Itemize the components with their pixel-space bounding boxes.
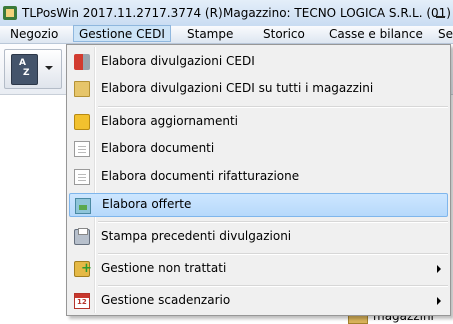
menu-item-elabora-documenti-rifatturazione[interactable]: Elabora documenti rifatturazione — [69, 165, 448, 189]
menu-storico[interactable]: Storico — [263, 26, 305, 43]
dictionary-dropdown-button[interactable]: A Z — [4, 49, 62, 89]
menu-separator — [98, 106, 448, 108]
book-az-icon: A Z — [11, 54, 38, 85]
menu-stampe[interactable]: Stampe — [187, 26, 233, 43]
app-icon — [3, 6, 17, 20]
menu-bar: Negozio Gestione CEDI Stampe Storico Cas… — [0, 25, 453, 44]
truck-icon — [74, 54, 90, 70]
offer-icon — [75, 198, 91, 214]
menu-item-gestione-scadenzario[interactable]: Gestione scadenzario — [69, 289, 448, 313]
chevron-down-icon[interactable] — [45, 66, 53, 70]
minimize-button[interactable] — [427, 5, 453, 22]
document-icon — [74, 169, 90, 185]
window-title: TLPosWin 2017.11.2717.3774 (R) — [22, 6, 223, 20]
menu-item-elabora-aggiornamenti[interactable]: Elabora aggiornamenti — [69, 110, 448, 134]
add-icon — [74, 261, 92, 277]
gestione-cedi-dropdown: Elabora divulgazioni CEDI Elabora divulg… — [66, 44, 451, 316]
menu-item-elabora-offerte[interactable]: Elabora offerte — [69, 193, 448, 217]
menu-servizi[interactable]: Se — [438, 26, 453, 43]
menu-separator — [98, 221, 448, 223]
menu-negozio[interactable]: Negozio — [10, 26, 58, 43]
menu-item-elabora-divulgazioni-cedi[interactable]: Elabora divulgazioni CEDI — [69, 50, 448, 74]
folder-icon — [74, 81, 90, 97]
calendar-icon — [74, 293, 90, 309]
menu-gestione-cedi[interactable]: Gestione CEDI — [73, 25, 171, 42]
menu-item-elabora-divulgazioni-tutti-magazzini[interactable]: Elabora divulgazioni CEDI su tutti i mag… — [69, 77, 448, 101]
printer-icon — [74, 228, 90, 245]
warehouse-label: Magazzino: TECNO LOGICA S.R.L. (01) — [223, 6, 451, 20]
menu-casse-e-bilance[interactable]: Casse e bilance — [329, 26, 423, 43]
menu-separator — [98, 285, 448, 287]
document-icon — [74, 141, 90, 157]
box-icon — [74, 114, 90, 130]
menu-separator — [98, 253, 448, 255]
submenu-arrow-icon — [437, 265, 441, 273]
menu-item-stampa-precedenti-divulgazioni[interactable]: Stampa precedenti divulgazioni — [69, 225, 448, 249]
menu-item-gestione-non-trattati[interactable]: Gestione non trattati — [69, 257, 448, 281]
submenu-arrow-icon — [437, 297, 441, 305]
menu-item-elabora-documenti[interactable]: Elabora documenti — [69, 137, 448, 161]
title-bar: TLPosWin 2017.11.2717.3774 (R) Magazzino… — [0, 0, 453, 27]
